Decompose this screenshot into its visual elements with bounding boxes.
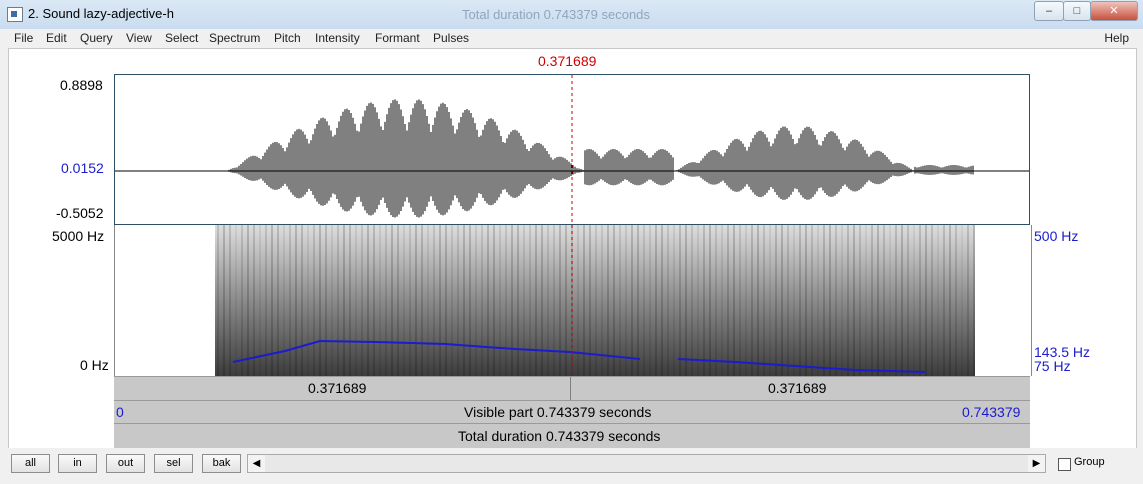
menu-pitch[interactable]: Pitch — [274, 31, 301, 45]
visible-part-text: Visible part 0.743379 seconds — [464, 404, 652, 420]
group-checkbox[interactable] — [1058, 458, 1071, 471]
all-button[interactable]: all — [11, 454, 50, 473]
menu-spectrum[interactable]: Spectrum — [209, 31, 260, 45]
zoom-out-button[interactable]: out — [106, 454, 145, 473]
horizontal-scrollbar[interactable]: ◀ ▶ — [247, 454, 1046, 473]
waveform-view[interactable] — [114, 74, 1030, 225]
total-duration-bar[interactable]: Total duration 0.743379 seconds — [114, 423, 1030, 448]
menu-bar: File Edit Query View Select Spectrum Pit… — [0, 29, 1143, 48]
spectrogram-view[interactable] — [114, 225, 1032, 376]
scroll-left-icon[interactable]: ◀ — [248, 455, 265, 472]
spectrogram-bottom-frequency: 0 Hz — [80, 357, 109, 373]
pitch-top-label: 500 Hz — [1034, 228, 1079, 244]
sound-window-icon — [7, 7, 23, 22]
group-label: Group — [1074, 456, 1105, 468]
menu-view[interactable]: View — [126, 31, 152, 45]
spectrogram-graphic — [215, 225, 975, 376]
selection-button[interactable]: sel — [154, 454, 193, 473]
menu-pulses[interactable]: Pulses — [433, 31, 469, 45]
close-button[interactable]: ✕ — [1090, 1, 1138, 21]
menu-help[interactable]: Help — [1104, 31, 1129, 45]
waveform-trace — [228, 99, 974, 218]
title-bar: 2. Sound lazy-adjective-h Total duration… — [0, 0, 1143, 30]
right-interval-label: 0.371689 — [768, 380, 827, 396]
maximize-button[interactable]: □ — [1063, 1, 1091, 21]
waveform-zero-label: 0.0152 — [61, 160, 104, 176]
menu-file[interactable]: File — [14, 31, 33, 45]
window-title: 2. Sound lazy-adjective-h — [28, 6, 174, 21]
waveform-min-label: -0.5052 — [56, 205, 104, 221]
back-button[interactable]: bak — [202, 454, 241, 473]
visible-start-label: 0 — [116, 404, 124, 420]
total-duration-text: Total duration 0.743379 seconds — [458, 428, 661, 444]
visible-part-bar[interactable]: 0 Visible part 0.743379 seconds 0.743379 — [114, 400, 1030, 423]
menu-edit[interactable]: Edit — [46, 31, 67, 45]
spectrogram-top-frequency: 5000 Hz — [52, 228, 105, 244]
scroll-right-icon[interactable]: ▶ — [1028, 455, 1045, 472]
faded-title: Total duration 0.743379 seconds — [462, 7, 650, 22]
menu-formant[interactable]: Formant — [375, 31, 420, 45]
menu-select[interactable]: Select — [165, 31, 198, 45]
menu-query[interactable]: Query — [80, 31, 113, 45]
minimize-button[interactable]: – — [1034, 1, 1064, 21]
time-selection-bar[interactable]: 0.371689 0.371689 — [114, 376, 1030, 400]
waveform-graphic — [115, 75, 1029, 224]
zoom-in-button[interactable]: in — [58, 454, 97, 473]
pitch-bottom-label: 75 Hz — [1034, 358, 1071, 374]
left-interval-label: 0.371689 — [308, 380, 367, 396]
waveform-max-label: 0.8898 — [60, 77, 103, 93]
visible-end-label: 0.743379 — [962, 404, 1021, 420]
interval-divider — [570, 377, 571, 400]
navigation-bar: all in out sel bak ◀ ▶ — [0, 448, 1143, 484]
cursor-time-label: 0.371689 — [538, 53, 597, 69]
menu-intensity[interactable]: Intensity — [315, 31, 360, 45]
